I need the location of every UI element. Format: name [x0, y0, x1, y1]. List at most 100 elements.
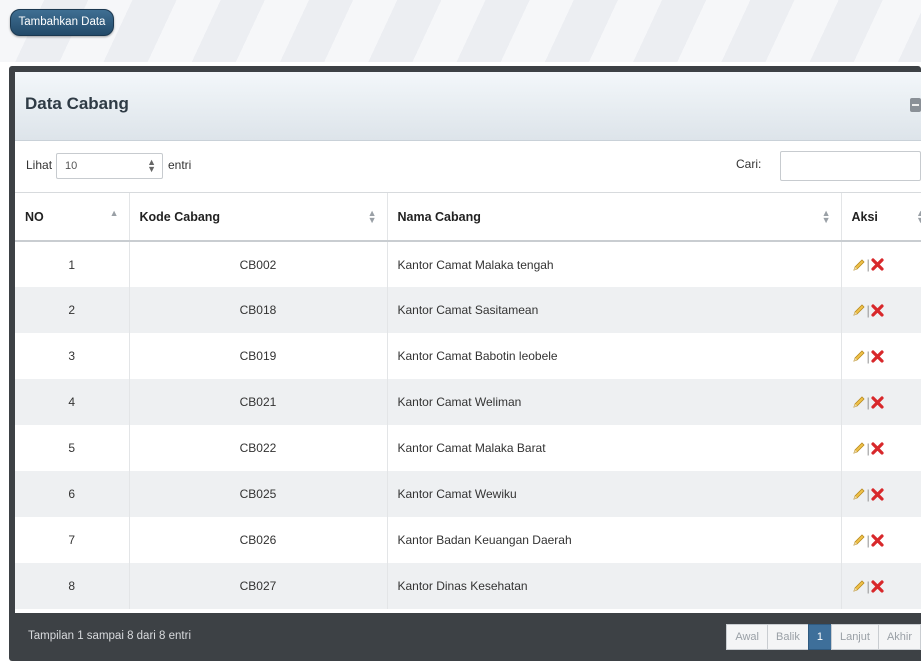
- pager-prev-button[interactable]: Balik: [766, 624, 809, 650]
- panel-title: Data Cabang: [25, 94, 129, 113]
- page-background: [0, 0, 921, 62]
- table-row: 6 CB025 Kantor Camat Wewiku |: [15, 471, 921, 517]
- cell-no: 3: [15, 333, 130, 379]
- cell-nama: Kantor Badan Keuangan Daerah: [387, 517, 842, 563]
- cell-kode: CB025: [129, 471, 388, 517]
- cell-no: 8: [15, 563, 130, 609]
- cell-kode: CB002: [129, 241, 388, 287]
- action-separator: |: [866, 440, 870, 456]
- table-row: 3 CB019 Kantor Camat Babotin leobele |: [15, 333, 921, 379]
- cell-no: 5: [15, 425, 130, 471]
- column-header-no-label: NO: [25, 209, 44, 224]
- action-separator: |: [866, 257, 870, 273]
- table-header-row: NO ▲ Kode Cabang ▲ ▼ Nama Cabang ▲ ▼ Aksi ▲ ▼: [15, 193, 921, 242]
- page-length-select[interactable]: 10 ▲ ▼: [56, 153, 163, 179]
- pager-last-button[interactable]: Akhir: [877, 624, 921, 650]
- sort-icon: ▲ ▼: [821, 208, 831, 225]
- cell-no: 4: [15, 379, 130, 425]
- pager-page-1-button[interactable]: 1: [807, 624, 832, 650]
- action-separator: |: [866, 486, 870, 502]
- cell-aksi: |: [841, 517, 921, 563]
- cell-no: 6: [15, 471, 130, 517]
- cell-no: 7: [15, 517, 130, 563]
- action-separator: |: [866, 348, 870, 364]
- search-input[interactable]: [780, 151, 921, 181]
- pencil-icon[interactable]: [852, 395, 866, 409]
- search-label: Cari:: [736, 157, 762, 171]
- cell-aksi: |: [841, 379, 921, 425]
- table-row: 2 CB018 Kantor Camat Sasitamean |: [15, 287, 921, 333]
- action-separator: |: [866, 532, 870, 548]
- cell-kode: CB022: [129, 425, 388, 471]
- table-row: 7 CB026 Kantor Badan Keuangan Daerah |: [15, 517, 921, 563]
- add-data-button[interactable]: Tambahkan Data: [10, 9, 114, 36]
- cell-kode: CB026: [129, 517, 388, 563]
- delete-x-icon[interactable]: [871, 580, 884, 593]
- table-row: 1 CB002 Kantor Camat Malaka tengah |: [15, 241, 921, 287]
- table-controls: Lihat 10 ▲ ▼ entri Cari:: [15, 141, 921, 193]
- pager-next-button[interactable]: Lanjut: [830, 624, 879, 650]
- cell-nama: Kantor Camat Malaka tengah: [387, 241, 842, 287]
- pencil-icon[interactable]: [852, 441, 866, 455]
- pager-first-button[interactable]: Awal: [726, 624, 768, 650]
- cell-no: 1: [15, 241, 130, 287]
- collapse-icon[interactable]: [910, 98, 921, 112]
- entries-label: entri: [168, 158, 192, 172]
- panel-body: Data Cabang Lihat 10 ▲ ▼ entri Cari: NO ▲: [15, 72, 921, 661]
- column-header-no[interactable]: NO ▲: [15, 193, 130, 242]
- sort-asc-icon: ▲: [109, 208, 119, 218]
- cell-nama: Kantor Camat Wewiku: [387, 471, 842, 517]
- delete-x-icon[interactable]: [871, 258, 884, 271]
- cell-kode: CB019: [129, 333, 388, 379]
- cell-nama: Kantor Camat Sasitamean: [387, 287, 842, 333]
- pencil-icon[interactable]: [852, 349, 866, 363]
- cell-kode: CB018: [129, 287, 388, 333]
- delete-x-icon[interactable]: [871, 304, 884, 317]
- cell-nama: Kantor Camat Weliman: [387, 379, 842, 425]
- table-row: 8 CB027 Kantor Dinas Kesehatan |: [15, 563, 921, 609]
- data-panel: Data Cabang Lihat 10 ▲ ▼ entri Cari: NO ▲: [9, 66, 921, 661]
- pagination: Awal Balik 1 Lanjut Akhir: [726, 624, 921, 650]
- column-header-aksi[interactable]: Aksi ▲ ▼: [841, 193, 921, 242]
- cell-aksi: |: [841, 425, 921, 471]
- data-table: NO ▲ Kode Cabang ▲ ▼ Nama Cabang ▲ ▼ Aksi ▲ ▼ 1…: [15, 193, 921, 609]
- cell-no: 2: [15, 287, 130, 333]
- column-header-aksi-label: Aksi: [851, 209, 878, 224]
- column-header-kode[interactable]: Kode Cabang ▲ ▼: [129, 193, 388, 242]
- sort-icon: ▲ ▼: [367, 208, 377, 225]
- pencil-icon[interactable]: [852, 258, 866, 272]
- delete-x-icon[interactable]: [871, 396, 884, 409]
- cell-nama: Kantor Camat Malaka Barat: [387, 425, 842, 471]
- column-header-kode-label: Kode Cabang: [139, 209, 221, 224]
- table-row: 5 CB022 Kantor Camat Malaka Barat |: [15, 425, 921, 471]
- cell-aksi: |: [841, 471, 921, 517]
- cell-aksi: |: [841, 333, 921, 379]
- delete-x-icon[interactable]: [871, 442, 884, 455]
- column-header-nama-label: Nama Cabang: [397, 209, 481, 224]
- table-row: 4 CB021 Kantor Camat Weliman |: [15, 379, 921, 425]
- select-arrows-icon: ▲ ▼: [147, 157, 156, 174]
- cell-kode: CB027: [129, 563, 388, 609]
- cell-nama: Kantor Dinas Kesehatan: [387, 563, 842, 609]
- action-separator: |: [866, 302, 870, 318]
- cell-aksi: |: [841, 563, 921, 609]
- cell-nama: Kantor Camat Babotin leobele: [387, 333, 842, 379]
- sort-icon: ▲ ▼: [916, 208, 921, 225]
- cell-aksi: |: [841, 241, 921, 287]
- table-footer: Tampilan 1 sampai 8 dari 8 entri Awal Ba…: [15, 613, 921, 661]
- pencil-icon[interactable]: [852, 579, 866, 593]
- show-entries-label: Lihat: [26, 158, 53, 172]
- delete-x-icon[interactable]: [871, 534, 884, 547]
- panel-header: Data Cabang: [15, 72, 921, 141]
- delete-x-icon[interactable]: [871, 488, 884, 501]
- delete-x-icon[interactable]: [871, 350, 884, 363]
- column-header-nama[interactable]: Nama Cabang ▲ ▼: [387, 193, 842, 242]
- pencil-icon[interactable]: [852, 303, 866, 317]
- page-length-value: 10: [65, 160, 78, 172]
- action-separator: |: [866, 578, 870, 594]
- action-separator: |: [866, 394, 870, 410]
- pencil-icon[interactable]: [852, 533, 866, 547]
- pencil-icon[interactable]: [852, 487, 866, 501]
- cell-aksi: |: [841, 287, 921, 333]
- cell-kode: CB021: [129, 379, 388, 425]
